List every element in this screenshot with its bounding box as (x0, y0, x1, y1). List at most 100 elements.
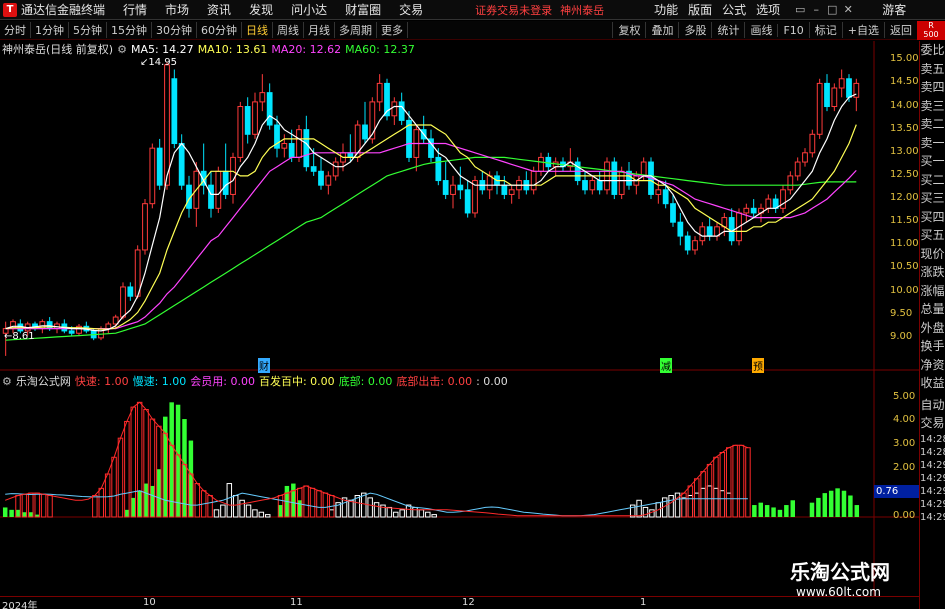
menu-xuanxiang[interactable]: 选项 (756, 1, 780, 18)
period-fenshi[interactable]: 分时 (0, 22, 31, 38)
period-weekly[interactable]: 周线 (273, 22, 304, 38)
indicator-red-bar (92, 495, 98, 518)
indicator-green-bar (131, 497, 136, 517)
candle-body (611, 161, 618, 195)
indicator-green-bar (182, 419, 187, 517)
rp-huanshou[interactable]: 换手 (920, 337, 945, 356)
rp-zhangfu[interactable]: 涨幅 (920, 282, 945, 301)
period-5min[interactable]: 5分钟 (69, 22, 107, 38)
indicator-green-bar (137, 490, 142, 517)
rp-zhangdie[interactable]: 涨跌 (920, 263, 945, 282)
period-bar: 分时 1分钟 5分钟 15分钟 30分钟 60分钟 日线 周线 月线 多周期 更… (0, 21, 945, 40)
period-daily[interactable]: 日线 (242, 22, 273, 38)
candle-body (244, 106, 251, 135)
login-status[interactable]: 证券交易未登录 (475, 2, 552, 18)
rp-zidong[interactable]: 自动 (920, 396, 945, 415)
tool-zixuan[interactable]: +自选 (841, 22, 884, 38)
period-more[interactable]: 更多 (377, 22, 408, 38)
indicator-green-bar (2, 507, 8, 517)
candle-body (259, 92, 266, 103)
menu-item-shichang[interactable]: 市场 (165, 1, 189, 18)
guest-label[interactable]: 游客 (882, 1, 906, 18)
x-label-1: 1 (640, 597, 647, 608)
tool-biaoji[interactable]: 标记 (808, 22, 842, 38)
indicator-green-bar (816, 497, 821, 517)
indicator-green-bar (758, 502, 763, 517)
indicator-red-bar (47, 495, 53, 518)
rp-sell4[interactable]: 卖四 (920, 78, 945, 97)
rp-xianjia[interactable]: 现价 (920, 245, 945, 264)
rp-buy1[interactable]: 买一 (920, 152, 945, 171)
close-icon[interactable]: ✕ (840, 3, 856, 16)
candle-body (435, 156, 442, 182)
rp-shouyi[interactable]: 收益 (920, 374, 945, 393)
candle-body (501, 184, 508, 195)
menu-gongneng[interactable]: 功能 (654, 1, 678, 18)
menu-gongshi[interactable]: 公式 (722, 1, 746, 18)
tool-f10[interactable]: F10 (777, 23, 808, 37)
indicator-red-bar (745, 447, 751, 518)
price-tick: 14.50 (890, 76, 919, 88)
restore-icon[interactable]: ▭ (792, 3, 808, 16)
indicator-hollow-bar (361, 492, 367, 518)
rp-buy2[interactable]: 买二 (920, 171, 945, 190)
candle-body (809, 133, 816, 154)
maximize-icon[interactable]: □ (824, 3, 840, 16)
tool-huaxian[interactable]: 画线 (744, 22, 777, 38)
tool-fanhui[interactable]: 返回 (884, 22, 917, 38)
rp-sell3[interactable]: 卖三 (920, 97, 945, 116)
rp-time-6: 14:29 (920, 498, 945, 510)
cai-marker[interactable]: 财 (258, 358, 270, 373)
period-30min[interactable]: 30分钟 (152, 22, 197, 38)
rp-sell2[interactable]: 卖二 (920, 115, 945, 134)
menu-item-caifuquan[interactable]: 财富圈 (345, 1, 381, 18)
kline-chart[interactable] (0, 41, 919, 596)
menu-item-faxian[interactable]: 发现 (249, 1, 273, 18)
candle-body (596, 180, 603, 191)
tool-tongji[interactable]: 统计 (711, 22, 744, 38)
rp-zongliang[interactable]: 总量 (920, 300, 945, 319)
indicator-red-bar (34, 492, 40, 518)
rp-buy3[interactable]: 买三 (920, 189, 945, 208)
candle-body (164, 64, 170, 186)
candle-body (677, 221, 684, 237)
yu-marker[interactable]: 预 (752, 358, 764, 373)
candle-body (464, 189, 471, 214)
menu-item-jiaoyi[interactable]: 交易 (399, 1, 423, 18)
candle-body (780, 189, 786, 209)
period-15min[interactable]: 15分钟 (107, 22, 152, 38)
indicator-red-bar (322, 492, 329, 518)
rp-sell1[interactable]: 卖一 (920, 134, 945, 153)
candle-body (706, 226, 713, 237)
jian-marker[interactable]: 减 (660, 358, 672, 373)
rp-weibi[interactable]: 委比 (920, 41, 945, 60)
rp-jingzi[interactable]: 净资 (920, 356, 945, 375)
period-multi[interactable]: 多周期 (335, 22, 377, 38)
tool-fuquan[interactable]: 复权 (612, 22, 645, 38)
indicator-red-bar (687, 485, 694, 518)
indicator-hollow-bar (418, 509, 425, 518)
candle-body (750, 207, 757, 214)
period-monthly[interactable]: 月线 (304, 22, 335, 38)
menu-banmian[interactable]: 版面 (688, 1, 712, 18)
rp-buy5[interactable]: 买五 (920, 226, 945, 245)
minimize-icon[interactable]: – (808, 3, 824, 16)
rp-waipan[interactable]: 外盘 (920, 319, 945, 338)
indicator-green-bar (124, 509, 130, 517)
tool-duogu[interactable]: 多股 (678, 22, 711, 38)
rp-sell5[interactable]: 卖五 (920, 60, 945, 79)
period-60min[interactable]: 60分钟 (197, 22, 242, 38)
indicator-green-bar (22, 512, 27, 517)
menu-item-wenxiaoda[interactable]: 问小达 (291, 1, 327, 18)
menu-item-hangqing[interactable]: 行情 (123, 1, 147, 18)
rp-buy4[interactable]: 买四 (920, 208, 945, 227)
indicator-red-bar (681, 492, 687, 518)
candle-body (310, 166, 317, 172)
indicator-hollow-bar (245, 504, 252, 518)
tool-diejia[interactable]: 叠加 (645, 22, 678, 38)
indicator-red-bar (117, 437, 124, 518)
period-1min[interactable]: 1分钟 (31, 22, 69, 38)
rp-time-5: 14:29 (920, 485, 945, 497)
menu-item-zixun[interactable]: 资讯 (207, 1, 231, 18)
rp-jiaoyi[interactable]: 交易 (920, 414, 945, 433)
